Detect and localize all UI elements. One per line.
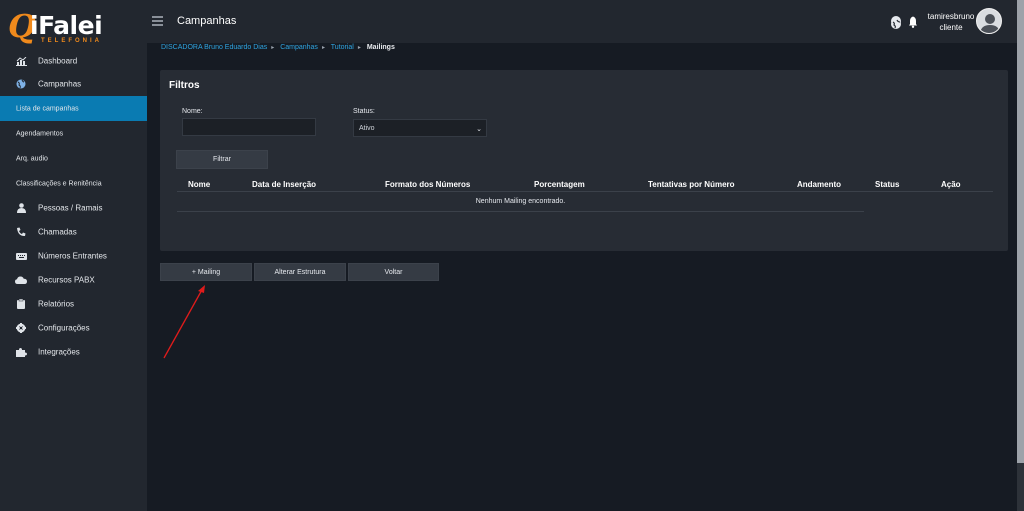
alter-structure-button[interactable]: Alterar Estrutura: [254, 263, 346, 281]
sidebar-item-label: Números Entrantes: [38, 251, 107, 261]
sidebar-item-label: Recursos PABX: [38, 275, 95, 285]
column-header-data-insercao[interactable]: Data de Inserção: [252, 180, 316, 189]
mailings-table: Nome Data de Inserção Formato dos Número…: [177, 178, 993, 212]
column-header-status[interactable]: Status: [875, 180, 899, 189]
sidebar-item-label: Relatórios: [38, 299, 75, 309]
column-header-nome[interactable]: Nome: [188, 180, 210, 189]
sidebar-subitem-label: Lista de campanhas: [16, 105, 79, 112]
status-label: Status:: [353, 108, 375, 115]
table-header-row: Nome Data de Inserção Formato dos Número…: [177, 178, 993, 192]
column-header-andamento[interactable]: Andamento: [797, 180, 841, 189]
name-input[interactable]: [182, 118, 316, 136]
gear-icon: [15, 322, 27, 334]
sidebar-item-label: Integrações: [38, 347, 80, 357]
sidebar: Q iFalei TELEFONIA Dashboard Campanhas L…: [0, 0, 147, 511]
language-globe-icon[interactable]: [891, 16, 901, 29]
sidebar-item-configuracoes[interactable]: Configurações: [0, 316, 147, 340]
filter-button[interactable]: Filtrar: [176, 150, 268, 169]
sidebar-item-campanhas[interactable]: Campanhas: [0, 71, 147, 96]
annotation-arrow-icon: [163, 285, 205, 359]
avatar[interactable]: [976, 8, 1002, 34]
sidebar-subitem-label: Agendamentos: [16, 130, 64, 137]
sidebar-item-label: Configurações: [38, 323, 90, 333]
name-label: Nome:: [182, 108, 203, 115]
chevron-down-icon: ⌄: [476, 126, 482, 133]
add-mailing-button[interactable]: + Mailing: [160, 263, 252, 281]
breadcrumb-link-discadora[interactable]: DISCADORA Bruno Eduardo Dias: [161, 44, 267, 51]
empty-message: Nenhum Mailing encontrado.: [475, 198, 566, 205]
user-role: cliente: [939, 23, 963, 32]
user-info[interactable]: tamiresbruno cliente: [927, 11, 975, 33]
sidebar-item-label: Campanhas: [38, 79, 82, 88]
sidebar-item-numeros-entrantes[interactable]: Números Entrantes: [0, 244, 147, 268]
clipboard-icon: [15, 298, 27, 310]
sidebar-subitem-arq-audio[interactable]: Arq. audio: [0, 146, 147, 171]
globe-icon: [15, 78, 27, 90]
logo-name: iFalei: [30, 11, 103, 40]
sidebar-item-dashboard[interactable]: Dashboard: [0, 51, 147, 71]
username: tamiresbruno: [927, 12, 975, 21]
keypad-icon: [15, 250, 27, 262]
sidebar-subitem-label: Arq. audio: [16, 155, 48, 162]
sidebar-item-recursos-pabx[interactable]: Recursos PABX: [0, 268, 147, 292]
column-header-tentativas[interactable]: Tentativas por Número: [648, 180, 735, 189]
sidebar-subitem-label: Classificações e Renitência: [16, 180, 102, 187]
filters-title: Filtros: [169, 80, 200, 91]
logo-tagline: TELEFONIA: [41, 38, 102, 44]
puzzle-icon: [15, 346, 27, 358]
column-header-formato[interactable]: Formato dos Números: [385, 180, 470, 189]
sidebar-subitem-agendamentos[interactable]: Agendamentos: [0, 121, 147, 146]
ifalei-logo[interactable]: Q iFalei TELEFONIA: [8, 10, 118, 46]
scrollbar-thumb[interactable]: [1017, 0, 1024, 463]
breadcrumb-separator-icon: ▸: [321, 45, 325, 51]
hamburger-menu-icon[interactable]: [152, 16, 163, 26]
cloud-icon: [15, 274, 27, 286]
breadcrumb: DISCADORA Bruno Eduardo Dias ▸ Campanhas ▸…: [161, 44, 399, 51]
bell-icon[interactable]: [909, 15, 917, 28]
breadcrumb-separator-icon: ▸: [271, 45, 275, 51]
column-header-acao[interactable]: Ação: [941, 180, 961, 189]
sidebar-subitem-lista-de-campanhas[interactable]: Lista de campanhas: [0, 96, 147, 121]
sidebar-item-label: Dashboard: [38, 56, 78, 66]
sidebar-item-label: Chamadas: [38, 227, 77, 237]
topbar: Campanhas tamiresbruno cliente: [147, 0, 1024, 43]
sidebar-menu: Dashboard Campanhas Lista de campanhas A…: [0, 51, 147, 364]
breadcrumb-link-tutorial[interactable]: Tutorial: [331, 44, 354, 51]
back-button[interactable]: Voltar: [348, 263, 439, 281]
table-row: Nenhum Mailing encontrado.: [177, 192, 864, 212]
person-icon: [15, 202, 27, 214]
sidebar-item-relatorios[interactable]: Relatórios: [0, 292, 147, 316]
sidebar-subitem-classificacoes[interactable]: Classificações e Renitência: [0, 171, 147, 196]
sidebar-item-chamadas[interactable]: Chamadas: [0, 220, 147, 244]
sidebar-item-integracoes[interactable]: Integrações: [0, 340, 147, 364]
breadcrumb-separator-icon: ▸: [357, 45, 361, 51]
breadcrumb-link-campanhas[interactable]: Campanhas: [280, 44, 318, 51]
filters-panel: Filtros Nome: Status: Ativo ⌄ Filtrar No…: [160, 70, 1008, 251]
sidebar-item-pessoas-ramais[interactable]: Pessoas / Ramais: [0, 196, 147, 220]
breadcrumb-current: Mailings: [366, 44, 395, 51]
status-select[interactable]: Ativo ⌄: [353, 119, 487, 137]
sidebar-item-label: Pessoas / Ramais: [38, 203, 103, 213]
status-select-value: Ativo: [359, 125, 375, 132]
scrollbar-track[interactable]: [1017, 463, 1024, 511]
page-title: Campanhas: [177, 15, 237, 27]
column-header-porcentagem[interactable]: Porcentagem: [534, 180, 585, 189]
chart-icon: [15, 55, 27, 67]
phone-icon: [15, 226, 27, 238]
